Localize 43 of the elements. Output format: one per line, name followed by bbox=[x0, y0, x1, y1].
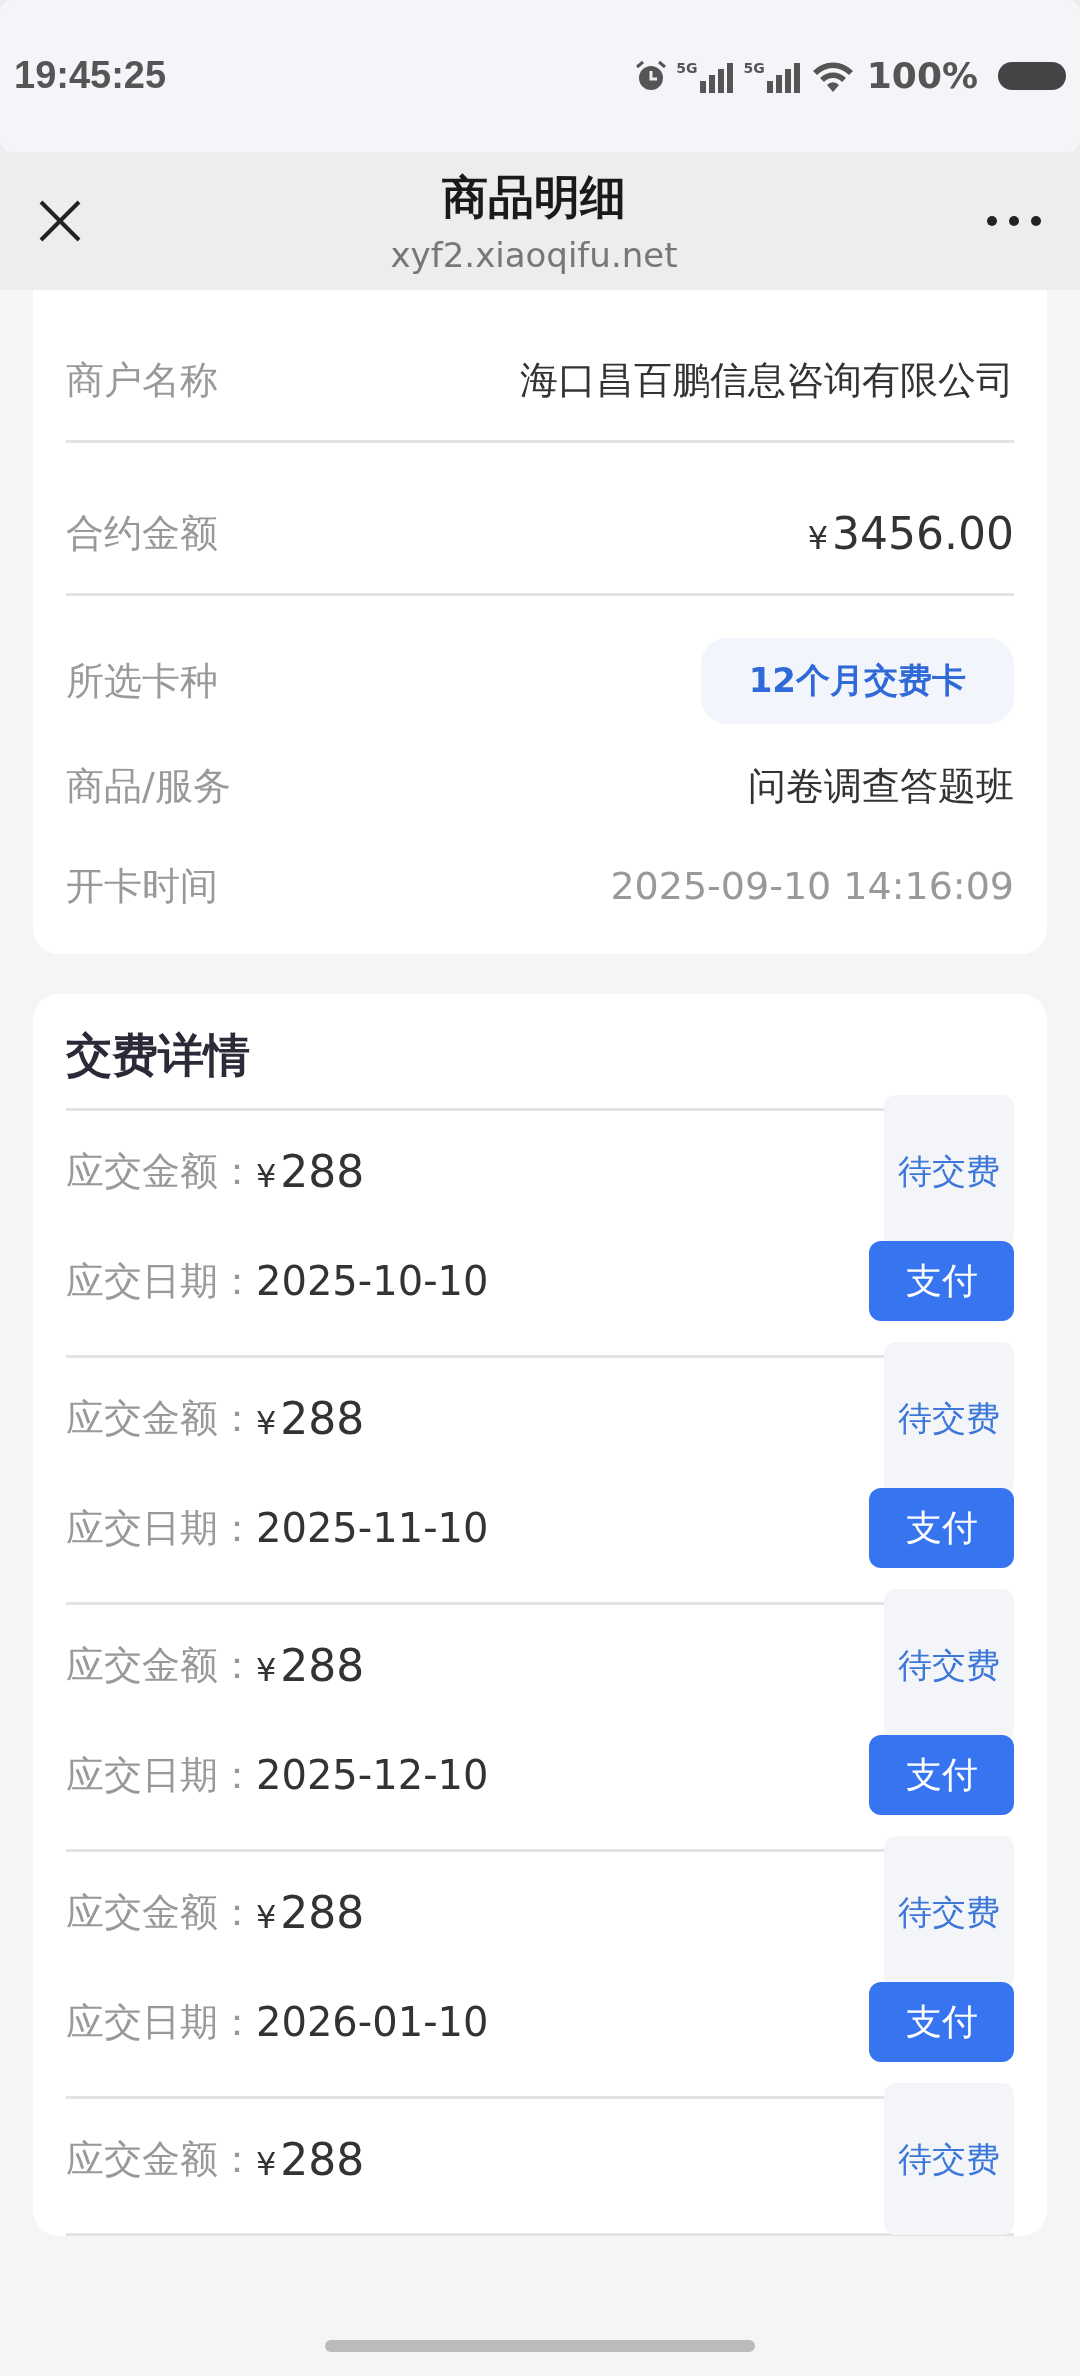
field-value: 2025-09-10 14:16:09 bbox=[610, 864, 1014, 908]
card-type-tag: 12个月交费卡 bbox=[700, 638, 1014, 724]
amount-value: ¥288 bbox=[256, 1639, 366, 1691]
amount-label: 应交金额： bbox=[66, 2135, 256, 2183]
amount-value: ¥288 bbox=[256, 1886, 366, 1938]
field-label: 合约金额 bbox=[66, 509, 218, 557]
amount-label: 应交金额： bbox=[66, 1641, 256, 1689]
field-value: 海口昌百鹏信息咨询有限公司 bbox=[520, 356, 1014, 404]
field-label: 商品/服务 bbox=[66, 762, 231, 810]
field-value: 问卷调查答题班 bbox=[748, 762, 1014, 810]
date-label: 应交日期： bbox=[66, 1504, 256, 1552]
page-url: xyf2.xiaoqifu.net bbox=[390, 235, 678, 275]
date-label: 应交日期： bbox=[66, 1998, 256, 2046]
amount-label: 应交金额： bbox=[66, 1394, 256, 1442]
network-label: 5G bbox=[676, 59, 698, 78]
date-value: 2026-01-10 bbox=[256, 1999, 490, 2045]
network-label: 5G bbox=[743, 59, 765, 78]
page-title: 商品明细 bbox=[442, 169, 626, 226]
pay-button[interactable]: 支付 bbox=[869, 1735, 1014, 1815]
date-value: 2025-10-10 bbox=[256, 1258, 490, 1304]
pay-button[interactable]: 支付 bbox=[869, 1982, 1014, 2062]
field-value: ¥3456.00 bbox=[807, 507, 1014, 559]
status-time: 19:45:25 bbox=[14, 53, 167, 99]
more-icon[interactable] bbox=[986, 215, 1042, 227]
amount-value: ¥288 bbox=[256, 1392, 366, 1444]
battery-percent: 100% bbox=[866, 53, 978, 98]
amount-value: ¥288 bbox=[256, 1145, 366, 1197]
alarm-clock-icon bbox=[634, 59, 669, 93]
field-label: 开卡时间 bbox=[66, 862, 218, 910]
pay-button[interactable]: 支付 bbox=[869, 1488, 1014, 1568]
field-label: 所选卡种 bbox=[66, 657, 218, 705]
field-label: 商户名称 bbox=[66, 356, 218, 404]
date-value: 2025-12-10 bbox=[256, 1752, 490, 1798]
pay-button[interactable]: 支付 bbox=[869, 1241, 1014, 1321]
battery-icon bbox=[998, 62, 1066, 90]
date-label: 应交日期： bbox=[66, 1257, 256, 1305]
status-tag: 待交费 bbox=[884, 2083, 1014, 2235]
amount-label: 应交金额： bbox=[66, 1888, 256, 1936]
date-value: 2025-11-10 bbox=[256, 1505, 490, 1551]
amount-value: ¥288 bbox=[256, 2133, 366, 2185]
amount-label: 应交金额： bbox=[66, 1147, 256, 1195]
date-label: 应交日期： bbox=[66, 1751, 256, 1799]
close-icon[interactable] bbox=[38, 199, 82, 243]
